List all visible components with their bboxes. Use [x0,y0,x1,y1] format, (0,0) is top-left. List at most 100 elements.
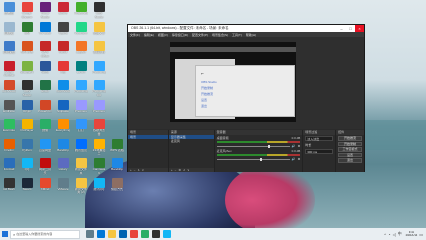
desktop-icon[interactable]: Word [38,60,52,78]
desktop-icon[interactable]: Jupyter [74,41,88,58]
desktop-icon[interactable]: Everything [56,119,70,136]
network-icon[interactable]: ◔ [388,232,390,237]
maximize-icon[interactable]: □ [346,25,355,32]
desktop-icon[interactable]: PowerPoint [38,99,52,117]
menu-item[interactable]: 配置文件(P) [192,33,208,37]
chrome-icon[interactable] [130,230,138,238]
menu-item[interactable]: 场景集合(S) [212,33,228,37]
obs-icon[interactable] [152,230,160,238]
up-icon[interactable]: ∧ [138,168,140,172]
duration-input[interactable]: 300 ms [305,149,334,154]
start-button[interactable] [0,228,10,240]
volume-slider[interactable] [216,157,290,161]
desktop-icon[interactable]: OBS Studio [92,2,106,19]
chevron-up-icon[interactable]: ^ [384,232,386,237]
menu-item[interactable]: 编辑(E) [144,33,154,37]
scene-item[interactable]: 场景 [128,135,168,139]
down-icon[interactable]: ∨ [142,168,144,172]
desktop-icon[interactable]: Steam [20,177,34,195]
desktop-icon[interactable]: 网易云音乐 [38,158,52,175]
task-view-icon[interactable] [86,230,94,238]
qq-icon[interactable] [163,230,171,238]
desktop-icon[interactable]: Visual Studio [38,2,52,19]
source-item[interactable]: 麦克风 [169,139,214,143]
add-icon[interactable]: + [171,168,173,172]
start-recording-button[interactable]: 开始录制 [338,141,362,146]
desktop-icon[interactable]: 回收站 [2,21,16,39]
minimize-icon[interactable]: – [337,25,346,32]
desktop-icon[interactable]: PotPlayer [20,119,34,136]
desktop-icon[interactable]: MATLAB [20,41,34,58]
desktop-icon[interactable]: Google Chrome [20,2,34,19]
desktop-icon[interactable]: 课程资料 [92,41,106,58]
wechat-icon[interactable] [141,230,149,238]
desktop-icon[interactable]: Python [20,138,34,156]
desktop-icon[interactable]: VMware [56,177,70,195]
desktop-icon[interactable]: 控制面板 [2,41,16,58]
desktop-icon[interactable]: Photoshop [92,60,106,78]
menu-item[interactable]: 帮助(H) [246,33,256,37]
desktop-icon[interactable]: 2345看图王 [92,138,106,156]
desktop-icon[interactable]: Notepad++ [20,60,34,78]
menu-item[interactable]: 文件(F) [130,33,140,37]
store-icon[interactable] [119,230,127,238]
up-icon[interactable]: ∧ [183,168,185,172]
desktop-icon[interactable]: LaTeX [74,60,88,78]
preview-canvas[interactable]: ⌐ OBS Studio 开始录制 开始推流 设置 退出 [170,42,296,122]
desktop-icon[interactable]: Typora [56,21,70,39]
desktop-icon[interactable]: Xshell [56,41,70,58]
desktop-icon[interactable]: PyCharm [74,21,88,39]
menu-item[interactable]: 工具(T) [232,33,242,37]
desktop-icon[interactable]: 新建文件夹 (2) [74,177,88,195]
desktop-icon[interactable]: WPS 表格 [110,138,124,156]
desktop-icon[interactable]: Zotero [56,2,70,19]
edge-icon[interactable] [97,230,105,238]
desktop-icon[interactable]: 谷歌浏览器 [92,119,106,136]
desktop-icon[interactable]: Premiere [74,99,88,117]
desktop-icon[interactable]: 快捷方式 [110,177,124,195]
desktop-icon[interactable]: Excel [38,80,52,97]
desktop-icon[interactable]: BandiZip [110,158,124,175]
close-icon[interactable]: × [355,25,364,32]
clock[interactable]: 9:41 2021/1/14 [406,231,418,237]
desktop-icon[interactable]: Bandizip [56,138,70,156]
desktop-icon[interactable]: Origin [20,99,34,117]
file-explorer-icon[interactable] [108,230,116,238]
desktop-icon[interactable]: IDM [20,21,34,39]
desktop-icon[interactable]: Premiere [92,99,106,117]
transition-select[interactable]: 淡入淡出 [305,136,334,141]
desktop-icon[interactable]: QQ [20,158,34,175]
obs-window[interactable]: OBS 26.1.1 (64-bit, windows) - 配置文件: 未命名… [127,24,365,172]
desktop-icon[interactable]: Photoshop [74,80,88,97]
settings-button[interactable]: 设置 [338,152,362,157]
desktop-icon[interactable]: 此电脑 [2,2,16,19]
menu-item[interactable]: 停靠窗口(D) [172,33,188,37]
speaker-icon[interactable]: 🔊 [292,144,296,148]
desktop-icon[interactable]: OBS Studio [20,80,34,97]
desktop-icon[interactable]: EndNote [2,99,16,117]
add-icon[interactable]: + [130,168,132,172]
gear-icon[interactable]: ⚙ [298,144,301,148]
start-streaming-button[interactable]: 开始推流 [338,136,362,141]
desktop-icon[interactable]: CAJViewer [2,80,16,97]
gear-icon[interactable]: ⚙ [178,168,181,172]
desktop-icon[interactable]: 腾讯会议 [74,138,88,156]
desktop-icon[interactable]: 钉钉 [74,119,88,136]
down-icon[interactable]: ∨ [187,168,189,172]
desktop-icon[interactable]: TeamViewer [56,80,70,97]
gear-icon[interactable]: ⚙ [298,157,301,161]
desktop-icon[interactable]: Listary [56,158,70,175]
desktop-icon[interactable]: Camtasia 9 [92,158,106,175]
desktop-icon[interactable]: Foxmail [2,158,16,175]
ime-icon[interactable]: 中 [398,231,402,237]
taskbar-search[interactable]: ⌕ 在这里输入你要搜索的内容 [10,229,80,239]
desktop-icon[interactable]: Firefox [2,138,16,156]
desktop-icon[interactable]: Evernote [2,119,16,136]
desktop-icon[interactable]: 录屏文件 [92,21,106,39]
speaker-icon[interactable]: 🔊 [292,157,296,161]
menu-item[interactable]: 视图(V) [158,33,168,37]
exit-button[interactable]: 退出 [338,158,362,163]
desktop-icon[interactable]: VS Code [38,21,52,39]
desktop-icon[interactable]: XMind [38,177,52,195]
desktop-icon[interactable]: Git Bash [2,177,16,195]
